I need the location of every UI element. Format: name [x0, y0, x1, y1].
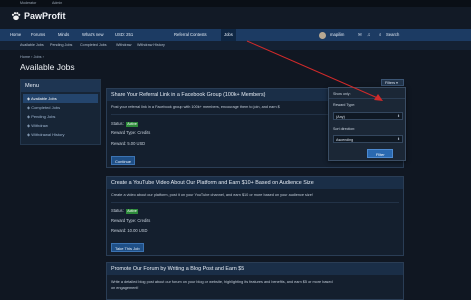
job-reward: Reward: 10.00 USD	[111, 228, 148, 233]
sort-direction-select[interactable]: Ascending ⬍	[333, 135, 403, 143]
chevron-down-icon: ⬍	[397, 137, 400, 142]
job-status: Status: Active	[111, 208, 139, 214]
filter-apply-button[interactable]: Filter	[367, 149, 393, 158]
menu-item-label: Completed Jobs	[31, 105, 61, 110]
moderator-link[interactable]: Moderator	[20, 1, 36, 5]
job-description: Write a detailed blog post about our for…	[111, 280, 333, 284]
nav-minds[interactable]: Minds	[58, 32, 69, 37]
menu-item-label: Withdrawal History	[31, 132, 65, 137]
job-description-cont: on engagement!	[111, 286, 139, 290]
subnav-withdraw[interactable]: Withdraw	[116, 43, 131, 47]
job-status: Status: Active	[111, 121, 139, 127]
sub-nav: Available Jobs Pending Jobs Completed Jo…	[0, 41, 471, 50]
site-header	[0, 7, 471, 29]
reward-type-label: Reward Type:	[333, 103, 356, 107]
divider	[329, 98, 405, 99]
menu-item-withdraw[interactable]: ◈ Withdraw	[23, 121, 98, 130]
site-logo-text[interactable]: PawProfit	[24, 11, 66, 21]
sort-direction-value: Ascending	[336, 137, 354, 142]
bell-icon[interactable]: ♫	[367, 32, 370, 37]
subnav-withdraw-history[interactable]: Withdraw History	[137, 43, 165, 47]
job-description: Create a video about our platform, post …	[111, 193, 313, 197]
job-description: Post your referral link in a Facebook gr…	[111, 105, 280, 109]
subnav-available-jobs[interactable]: Available Jobs	[20, 43, 44, 47]
menu-item-label: Available Jobs	[30, 96, 57, 101]
menu-item-completed-jobs[interactable]: ◈ Completed Jobs	[23, 103, 98, 112]
job-reward: Reward: 5.00 USD	[111, 141, 146, 146]
admin-link[interactable]: Admin	[52, 1, 62, 5]
jobs-menu: Menu ◈ Available Jobs ◈ Completed Jobs ◈…	[20, 79, 101, 145]
page-title: Available Jobs	[20, 62, 75, 72]
sort-direction-label: Sort direction:	[333, 127, 356, 131]
nav-search[interactable]: Search	[386, 32, 399, 37]
menu-item-available-jobs[interactable]: ◈ Available Jobs	[23, 94, 98, 103]
alerts-icon[interactable]: ✉	[358, 32, 362, 38]
menu-item-label: Pending Jobs	[31, 114, 56, 119]
breadcrumb[interactable]: Home › Jobs ›	[20, 55, 44, 59]
subnav-pending-jobs[interactable]: Pending Jobs	[50, 43, 72, 47]
divider	[111, 202, 399, 203]
job-title[interactable]: Create a YouTube Video About Our Platfor…	[107, 177, 403, 189]
nav-username[interactable]: mapilim	[330, 32, 344, 37]
job-reward-type: Reward Type: Credits	[111, 130, 151, 135]
job-reward-type: Reward Type: Credits	[111, 218, 151, 223]
subnav-completed-jobs[interactable]: Completed Jobs	[80, 43, 107, 47]
continue-button[interactable]: Continue	[111, 156, 136, 165]
menu-item-pending-jobs[interactable]: ◈ Pending Jobs	[23, 112, 98, 121]
search-icon[interactable]: ⌕	[379, 32, 381, 37]
job-card: Promote Our Forum by Writing a Blog Post…	[106, 262, 404, 300]
nav-referral-contests[interactable]: Referral Contests	[174, 32, 207, 37]
menu-item-withdrawal-history[interactable]: ◈ Withdrawal History	[23, 130, 98, 139]
reward-type-select[interactable]: (Any) ⬍	[333, 112, 403, 120]
user-avatar[interactable]	[319, 31, 326, 39]
status-label: Status:	[111, 121, 124, 126]
status-badge: Active	[125, 121, 139, 127]
nav-forums[interactable]: Forums	[31, 32, 45, 37]
paw-logo-icon[interactable]	[11, 11, 21, 21]
reward-type-value: (Any)	[336, 114, 345, 119]
nav-whats-new[interactable]: What's new	[82, 32, 104, 37]
nav-jobs[interactable]: Jobs	[221, 29, 236, 41]
nav-usd[interactable]: USD: 251	[115, 32, 133, 37]
staff-bar: Moderator Admin	[0, 0, 471, 7]
menu-item-label: Withdraw	[31, 123, 48, 128]
chevron-down-icon: ⬍	[397, 114, 400, 119]
nav-home[interactable]: Home	[10, 32, 21, 37]
filters-button[interactable]: Filters ▾	[381, 79, 404, 86]
show-only-label: Show only:	[333, 91, 351, 96]
job-card: Create a YouTube Video About Our Platfor…	[106, 176, 404, 256]
job-title[interactable]: Promote Our Forum by Writing a Blog Post…	[107, 263, 403, 275]
status-label: Status:	[111, 208, 124, 213]
take-this-job-button[interactable]: Take This Job	[111, 243, 144, 252]
menu-title: Menu	[21, 80, 100, 92]
status-badge: Active	[125, 208, 139, 214]
main-nav: Home Forums Minds What's new USD: 251 Re…	[0, 29, 471, 41]
